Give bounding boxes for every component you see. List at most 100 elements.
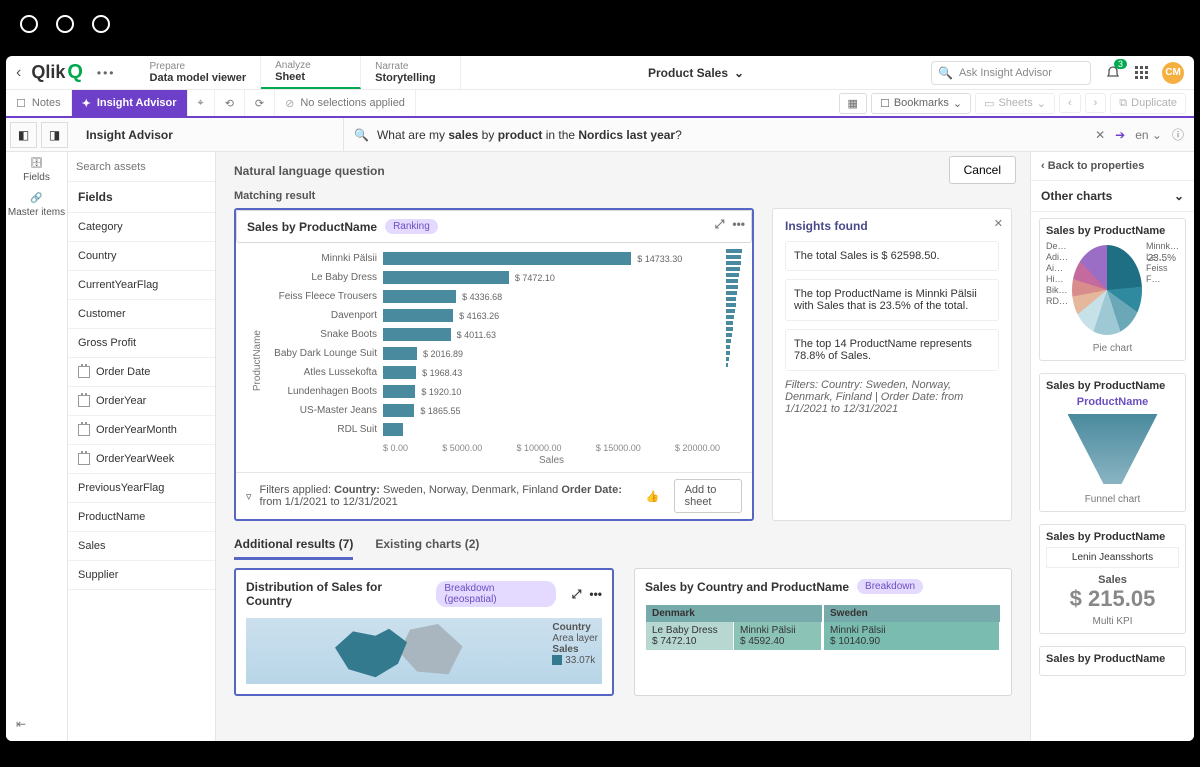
rpanel-card-funnel[interactable]: Sales by ProductName ProductName Funnel …	[1039, 373, 1186, 512]
window-max[interactable]	[92, 15, 110, 33]
field-item[interactable]: Gross Profit	[68, 329, 215, 358]
bar-row	[383, 420, 720, 439]
notifications-icon[interactable]: 3	[1105, 65, 1121, 81]
window-close[interactable]	[20, 15, 38, 33]
search-assets-input[interactable]	[76, 161, 207, 173]
insight-advisor-button[interactable]: ✦Insight Advisor	[72, 90, 188, 116]
panel-toggle-left-icon[interactable]: ◧	[10, 122, 37, 148]
bar-row: $ 4011.63	[383, 325, 720, 344]
prev-sheet-icon[interactable]: ‹	[1059, 93, 1081, 113]
notes-button[interactable]: ☐Notes	[6, 90, 72, 116]
bar-category-label: Le Baby Dress	[263, 268, 383, 287]
card-menu-icon[interactable]: •••	[732, 217, 745, 232]
field-item[interactable]: PreviousYearFlag	[68, 474, 215, 503]
field-item[interactable]: Supplier	[68, 561, 215, 590]
bar[interactable]	[383, 423, 403, 436]
field-item[interactable]: OrderYearMonth	[68, 416, 215, 445]
language-selector[interactable]: en ⌄	[1135, 128, 1162, 142]
field-item[interactable]: CurrentYearFlag	[68, 271, 215, 300]
bar[interactable]	[383, 347, 417, 360]
rpanel-card-4[interactable]: Sales by ProductName	[1039, 646, 1186, 676]
bar-row: $ 7472.10	[383, 268, 720, 287]
app-menu-icon[interactable]: •••	[93, 66, 120, 80]
info-icon[interactable]: ⓘ	[1172, 126, 1184, 143]
app-title[interactable]: Product Sales ⌄	[471, 66, 921, 80]
field-item[interactable]: Sales	[68, 532, 215, 561]
bar-category-label: US-Master Jeans	[263, 401, 383, 420]
duplicate-button[interactable]: ⧉Duplicate	[1110, 93, 1186, 114]
y-axis-label: ProductName	[246, 330, 263, 391]
tab-additional-results[interactable]: Additional results (7)	[234, 537, 353, 560]
insight-item: The top 14 ProductName represents 78.8% …	[785, 329, 999, 371]
tab-existing-charts[interactable]: Existing charts (2)	[375, 537, 479, 560]
rail-fields[interactable]: 🗄 Fields	[23, 158, 50, 183]
window-min[interactable]	[56, 15, 74, 33]
database-icon: 🗄	[30, 158, 43, 169]
bar[interactable]	[383, 290, 456, 303]
rpanel-card-kpi[interactable]: Sales by ProductName Lenin Jeansshorts S…	[1039, 524, 1186, 634]
field-item[interactable]: ProductName	[68, 503, 215, 532]
field-item[interactable]: Customer	[68, 300, 215, 329]
bar-category-label: Atles Lussekofta	[263, 363, 383, 382]
cancel-button[interactable]: Cancel	[949, 156, 1016, 184]
global-search[interactable]: 🔍 Ask Insight Advisor	[931, 61, 1091, 85]
bar[interactable]	[383, 309, 453, 322]
map-chart: Country Area layer Sales 33.07k	[246, 618, 602, 684]
matching-result-label: Matching result	[216, 182, 1030, 204]
calendar-icon	[78, 366, 90, 378]
tab-prepare[interactable]: Prepare Data model viewer	[136, 56, 262, 89]
bar[interactable]	[383, 385, 415, 398]
field-item[interactable]: Country	[68, 242, 215, 271]
nl-query-input[interactable]: 🔍 What are my sales by product in the No…	[344, 128, 1085, 142]
bar-category-label: Feiss Fleece Trousers	[263, 287, 383, 306]
field-item[interactable]: Order Date	[68, 358, 215, 387]
calendar-icon	[78, 424, 90, 436]
field-item[interactable]: OrderYear	[68, 387, 215, 416]
other-charts-accordion[interactable]: Other charts⌄	[1031, 181, 1194, 212]
collapse-rail-icon[interactable]: ⇤	[16, 717, 26, 731]
calendar-icon	[78, 453, 90, 465]
thumbs-up-icon[interactable]: 👍	[646, 490, 660, 503]
bar-category-label: Minnki Pälsii	[263, 249, 383, 268]
bar-category-label: Snake Boots	[263, 325, 383, 344]
chart-mini-scroll[interactable]	[720, 249, 742, 472]
bar[interactable]	[383, 404, 414, 417]
rpanel-card-pie[interactable]: Sales by ProductName De…Adi…Ai…Hi…Bik…RD…	[1039, 218, 1186, 361]
tab-analyze[interactable]: Analyze Sheet	[261, 56, 361, 89]
panel-toggle-right-icon[interactable]: ◨	[41, 122, 68, 148]
field-item[interactable]: Category	[68, 213, 215, 242]
card-menu-icon[interactable]: •••	[589, 587, 602, 601]
clear-query-icon[interactable]: ✕	[1095, 128, 1105, 142]
back-to-properties[interactable]: ‹ Back to properties	[1031, 152, 1194, 181]
x-axis-label: Sales	[383, 453, 720, 472]
step-back-icon[interactable]: ⟲	[215, 90, 245, 116]
user-avatar[interactable]: CM	[1162, 62, 1184, 84]
submit-query-icon[interactable]: ➔	[1115, 128, 1125, 142]
selections-tool-icon[interactable]: ▦	[839, 93, 867, 114]
tab-narrate[interactable]: Narrate Storytelling	[361, 56, 461, 89]
close-insights-icon[interactable]: ✕	[994, 217, 1003, 230]
sheets-button[interactable]: ▭Sheets⌄	[975, 93, 1055, 114]
chevron-down-icon: ⌄	[734, 66, 744, 80]
next-sheet-icon[interactable]: ›	[1085, 93, 1107, 113]
step-fwd-icon[interactable]: ⟳	[245, 90, 275, 116]
field-item[interactable]: OrderYearWeek	[68, 445, 215, 474]
bar[interactable]	[383, 271, 509, 284]
bar[interactable]	[383, 328, 451, 341]
no-selections-label: ⊘No selections applied	[275, 90, 416, 116]
add-to-sheet-button[interactable]: Add to sheet	[674, 479, 742, 513]
search-icon: 🔍	[938, 66, 953, 80]
fullscreen-icon[interactable]: ⤢	[715, 217, 725, 232]
bar[interactable]	[383, 366, 416, 379]
bar[interactable]	[383, 252, 631, 265]
rail-master-items[interactable]: 🔗 Master items	[8, 193, 65, 218]
bookmarks-button[interactable]: ☐Bookmarks⌄	[871, 93, 971, 114]
fields-header: Fields	[68, 182, 215, 213]
nav-back-icon[interactable]: ‹	[16, 64, 21, 82]
ranking-pill: Ranking	[385, 219, 438, 234]
x-tick: $ 5000.00	[442, 443, 482, 453]
smart-search-icon[interactable]: ⌖	[188, 90, 215, 116]
app-grid-icon[interactable]	[1135, 66, 1148, 79]
bar-row: $ 2016.89	[383, 344, 720, 363]
fullscreen-icon[interactable]: ⤢	[572, 587, 582, 602]
